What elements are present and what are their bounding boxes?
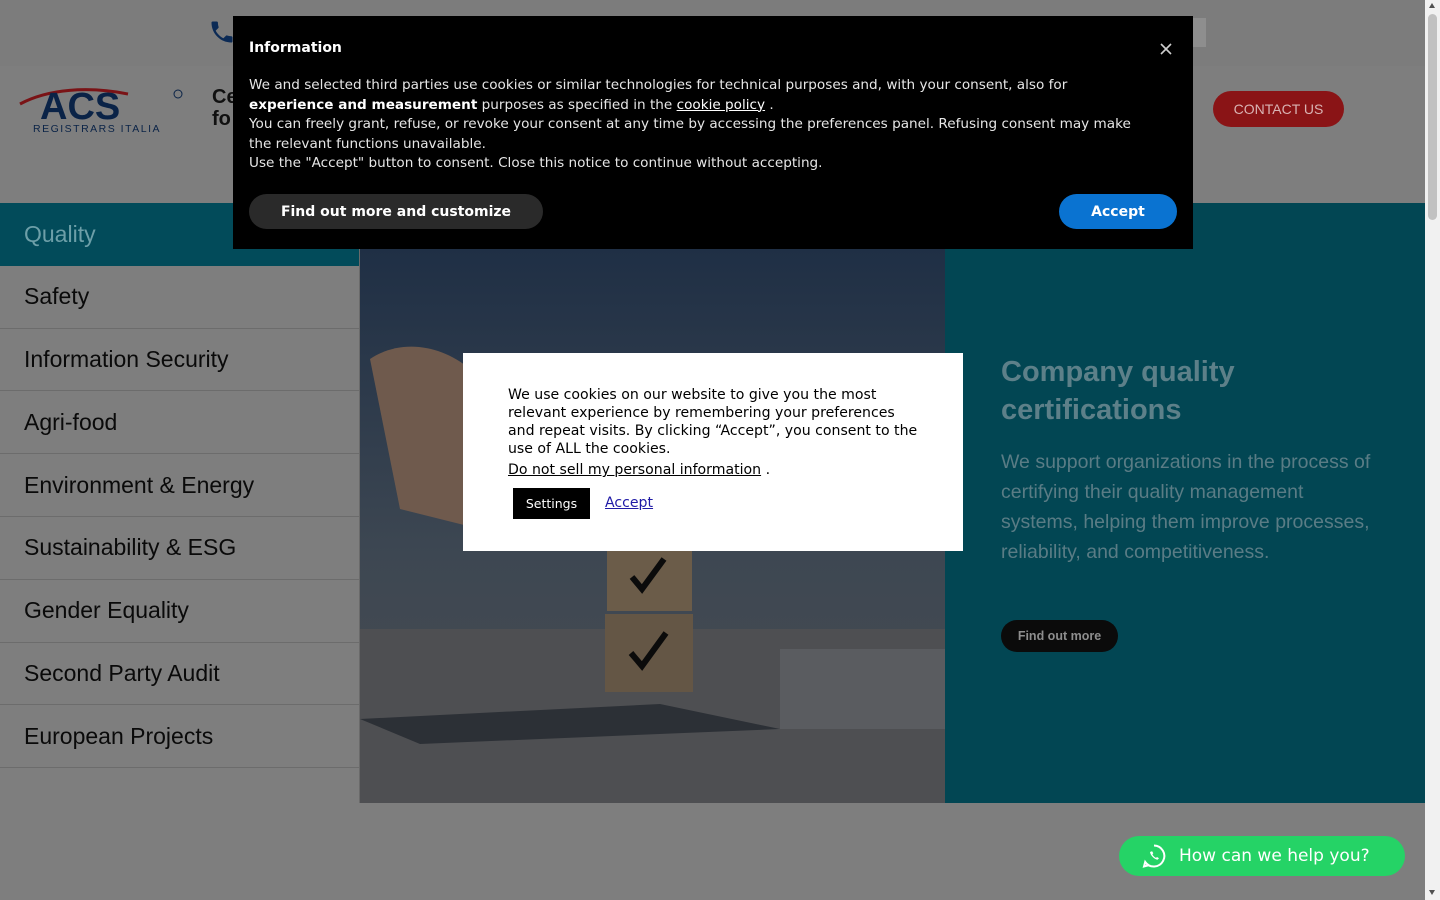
phone-icon[interactable] xyxy=(208,18,236,46)
acs-logo[interactable]: ACS REGISTRARS ITALIA xyxy=(18,84,188,136)
logo-text: ACS xyxy=(40,86,120,128)
whatsapp-label: How can we help you? xyxy=(1179,846,1370,866)
customize-button[interactable]: Find out more and customize xyxy=(249,194,543,229)
logo-subtext: REGISTRARS ITALIA xyxy=(33,123,161,135)
banner-line1-post: purposes as specified in the xyxy=(481,96,673,113)
sidebar-item-gender-equality[interactable]: Gender Equality xyxy=(0,580,359,643)
whatsapp-icon xyxy=(1142,844,1166,868)
sidebar-item-european-projects[interactable]: European Projects xyxy=(0,705,359,769)
hero-description: We support organizations in the process … xyxy=(1001,451,1371,563)
do-not-sell-link[interactable]: Do not sell my personal information xyxy=(508,462,761,478)
sidebar-item-agri-food[interactable]: Agri-food xyxy=(0,391,359,455)
banner-line2: You can freely grant, refuse, or revoke … xyxy=(249,116,1131,152)
cookie-settings-button[interactable]: Settings xyxy=(513,488,590,519)
category-sidebar: Quality Safety Information Security Agri… xyxy=(0,203,360,803)
vertical-scrollbar[interactable] xyxy=(1425,0,1440,900)
sidebar-item-information-security[interactable]: Information Security xyxy=(0,329,359,392)
sidebar-item-safety[interactable]: Safety xyxy=(0,266,359,329)
banner-title: Information xyxy=(249,40,342,56)
close-icon[interactable] xyxy=(1155,38,1177,60)
sidebar-item-environment-energy[interactable]: Environment & Energy xyxy=(0,454,359,517)
cookie-accept-link[interactable]: Accept xyxy=(605,495,653,511)
do-not-sell-end: . xyxy=(765,462,771,478)
banner-text: We and selected third parties use cookie… xyxy=(249,76,1139,174)
banner-line1-end: . xyxy=(769,96,774,113)
cookie-consent-text: We use cookies on our website to give yo… xyxy=(508,387,918,457)
find-out-more-button[interactable]: Find out more xyxy=(1001,620,1118,652)
hero-title: Company quality certifications xyxy=(1001,356,1235,426)
contact-us-button[interactable]: CONTACT US xyxy=(1213,91,1344,127)
banner-accept-button[interactable]: Accept xyxy=(1059,194,1177,229)
cookie-consent-dialog: We use cookies on our website to give yo… xyxy=(463,353,963,551)
scroll-up-arrow-icon[interactable] xyxy=(1429,3,1435,8)
do-not-sell-row: Do not sell my personal information . xyxy=(508,462,770,478)
scrollbar-thumb[interactable] xyxy=(1428,14,1437,220)
whatsapp-chat-button[interactable]: How can we help you? xyxy=(1119,836,1405,876)
banner-line1-bold: experience and measurement xyxy=(249,96,478,113)
hero-panel: Company quality certifications We suppor… xyxy=(945,203,1425,803)
sidebar-item-second-party-audit[interactable]: Second Party Audit xyxy=(0,643,359,706)
sidebar-item-sustainability-esg[interactable]: Sustainability & ESG xyxy=(0,517,359,580)
cookie-information-banner: Information We and selected third partie… xyxy=(233,16,1193,249)
banner-line1-pre: We and selected third parties use cookie… xyxy=(249,77,1068,93)
cookie-policy-link[interactable]: cookie policy xyxy=(677,97,765,113)
scroll-down-arrow-icon[interactable] xyxy=(1429,890,1435,895)
banner-line3: Use the "Accept" button to consent. Clos… xyxy=(249,155,823,171)
